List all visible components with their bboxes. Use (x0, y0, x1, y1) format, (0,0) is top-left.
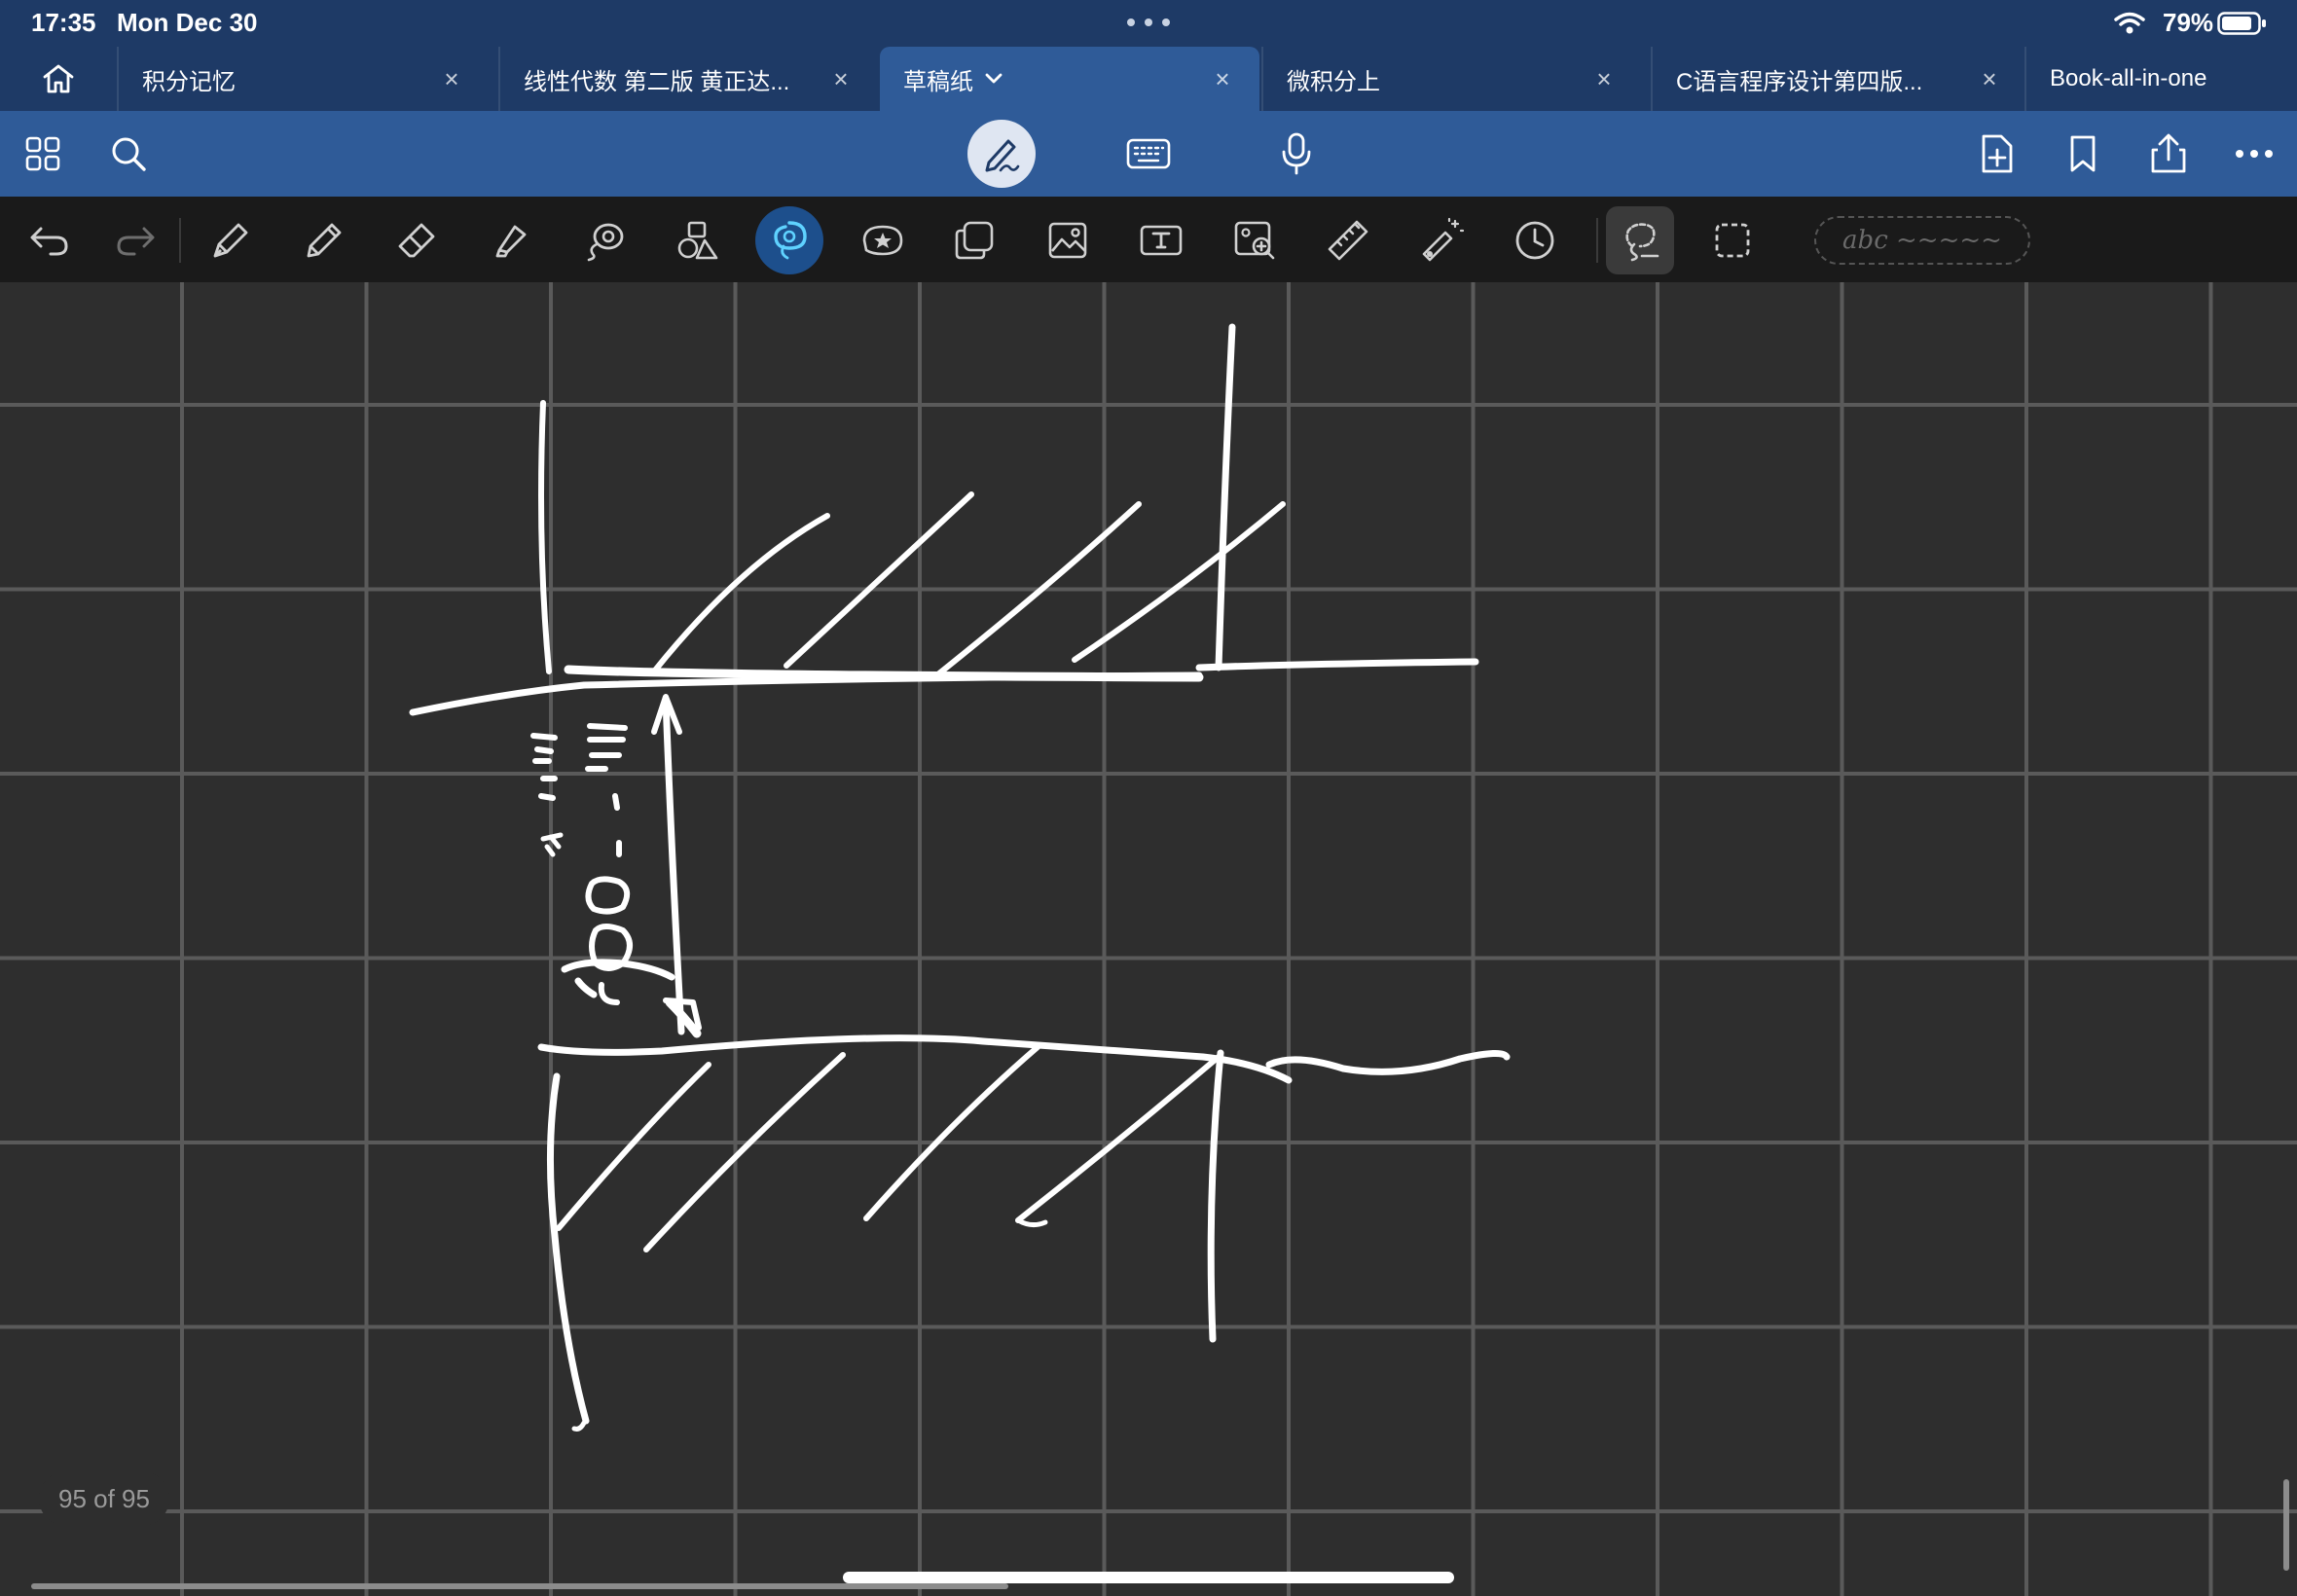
tool-lasso[interactable] (570, 206, 638, 274)
keyboard-mode-button[interactable] (1115, 121, 1182, 187)
tool-lasso-select[interactable] (1606, 206, 1674, 274)
tool-sticker[interactable] (849, 206, 917, 274)
pencil-icon (307, 223, 342, 258)
search-button[interactable] (95, 121, 162, 187)
shapes-icon (677, 221, 718, 260)
bookmark-button[interactable] (2050, 121, 2116, 187)
tab-label: Book-all-in-one (2050, 65, 2207, 91)
tab-label: 积分记忆 (142, 68, 236, 95)
tool-text-box[interactable] (1127, 206, 1195, 274)
tab-book-all-in-one[interactable]: Book-all-in-one (2024, 47, 2297, 111)
microphone-icon (1282, 132, 1311, 175)
search-icon (112, 137, 146, 171)
multitask-dots-icon[interactable] (1125, 18, 1172, 27)
redo-icon (117, 227, 155, 256)
tool-pencil[interactable] (290, 206, 358, 274)
vertical-scrollbar[interactable] (2283, 1479, 2289, 1571)
tool-highlighter[interactable] (477, 206, 545, 274)
tab-c-programming[interactable]: C语言程序设计第四版... × (1651, 47, 2026, 111)
tool-rect-select[interactable] (1698, 206, 1767, 274)
top-toolbar (0, 111, 2297, 197)
tab-calculus[interactable]: 微积分上 × (1261, 47, 1641, 111)
home-indicator[interactable] (843, 1572, 1454, 1583)
tool-image[interactable] (1034, 206, 1102, 274)
laser-pointer-icon (1422, 217, 1465, 262)
share-button[interactable] (2135, 121, 2202, 187)
sticker-icon (862, 225, 903, 256)
tab-label: 微积分上 (1287, 68, 1380, 95)
fountain-pen-icon (213, 223, 248, 258)
battery-icon (2217, 12, 2266, 35)
handwriting-mode-button[interactable] (967, 120, 1036, 188)
add-page-button[interactable] (1964, 121, 2030, 187)
voice-input-button[interactable] (1263, 121, 1330, 187)
tools-divider (1596, 218, 1598, 263)
status-date: Mon Dec 30 (117, 8, 258, 37)
ruler-icon (1328, 220, 1368, 261)
timer-icon (1515, 221, 1554, 260)
text-box-icon (1140, 225, 1183, 256)
wifi-icon (2114, 12, 2145, 34)
tool-image-search[interactable] (1221, 206, 1289, 274)
ai-lasso-icon (774, 221, 807, 260)
status-bar: 17:35 Mon Dec 30 79% (0, 0, 2297, 47)
more-icon (2236, 150, 2273, 158)
tool-ai-lasso[interactable] (755, 206, 823, 274)
image-search-icon (1234, 221, 1275, 260)
sticker-preview[interactable]: abc ~~~~~ (1814, 216, 2030, 265)
tool-laser-pointer[interactable] (1407, 206, 1476, 274)
notebook-canvas[interactable]: 95 of 95 (0, 282, 2297, 1596)
handwriting-pen-icon (985, 139, 1020, 172)
tab-label: C语言程序设计第四版... (1676, 68, 1923, 95)
home-button[interactable] (23, 47, 93, 111)
tool-sticky-note[interactable] (940, 206, 1008, 274)
tab-scratch-paper[interactable]: 草稿纸 × (880, 47, 1259, 111)
handwriting-sketch (409, 323, 1511, 1432)
status-time: 17:35 (31, 8, 96, 37)
lasso-select-icon (1625, 223, 1659, 262)
page-indicator: 95 of 95 (39, 1471, 169, 1526)
tool-ruler[interactable] (1314, 206, 1382, 274)
share-icon (2151, 133, 2186, 173)
battery-percent: 79% (2163, 8, 2214, 37)
tools-bar: abc ~~~~~ (0, 197, 2297, 282)
tool-timer[interactable] (1501, 206, 1569, 274)
close-tab-icon[interactable]: × (829, 66, 853, 91)
lasso-icon (587, 223, 624, 262)
keyboard-icon (1126, 138, 1171, 169)
more-button[interactable] (2221, 121, 2287, 187)
close-tab-icon[interactable]: × (440, 66, 463, 91)
tools-divider (179, 218, 181, 263)
close-tab-icon[interactable]: × (1978, 66, 2001, 91)
tool-eraser[interactable] (383, 206, 452, 274)
home-icon (43, 64, 74, 93)
close-tab-icon[interactable]: × (1211, 66, 1234, 91)
grid-view-button[interactable] (10, 121, 76, 187)
tab-label: 草稿纸 (903, 68, 973, 95)
add-page-icon (1982, 134, 2013, 173)
sticky-note-icon (955, 221, 994, 260)
horizontal-scrollbar[interactable] (31, 1583, 1008, 1589)
chevron-down-icon[interactable] (985, 73, 1003, 85)
bookmark-icon (2070, 135, 2096, 172)
grid-icon (25, 136, 60, 171)
tab-bar: 积分记忆 × 线性代数 第二版 黄正达... × 草稿纸 × 微积分上 × C语… (0, 47, 2297, 111)
tool-shapes[interactable] (664, 206, 732, 274)
rect-select-icon (1715, 223, 1750, 258)
redo-button[interactable] (101, 206, 169, 274)
undo-icon (30, 227, 68, 256)
tab-integral-memory[interactable]: 积分记忆 × (117, 47, 489, 111)
highlighter-icon (495, 225, 527, 258)
close-tab-icon[interactable]: × (1592, 66, 1616, 91)
tool-fountain-pen[interactable] (197, 206, 265, 274)
undo-button[interactable] (16, 206, 84, 274)
tab-label: 线性代数 第二版 黄正达... (524, 68, 790, 95)
tab-linear-algebra[interactable]: 线性代数 第二版 黄正达... × (498, 47, 878, 111)
eraser-icon (398, 223, 435, 258)
image-icon (1048, 222, 1087, 259)
